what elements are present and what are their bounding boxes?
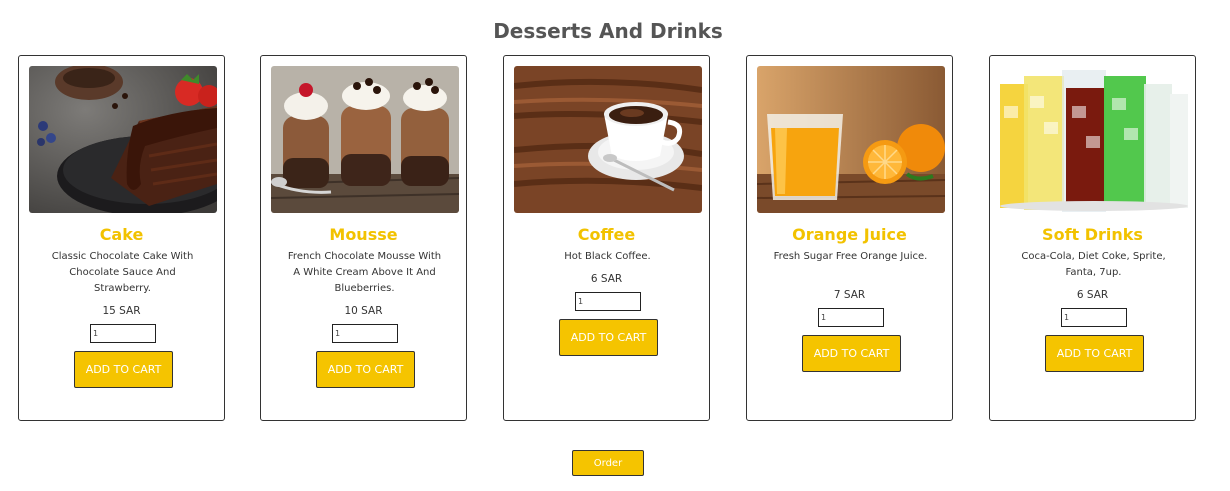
coffee-cup-image	[514, 66, 702, 213]
product-description: Classic Chocolate Cake With Chocolate Sa…	[51, 251, 194, 294]
product-price: 7 SAR	[833, 289, 866, 301]
soft-drinks-image	[1000, 66, 1188, 213]
add-to-cart-button[interactable]: ADD TO CART	[74, 351, 173, 388]
product-description: Hot Black Coffee.	[564, 251, 651, 262]
add-to-cart-button[interactable]: ADD TO CART	[802, 335, 901, 372]
menu-page: Desserts And Drinks Cake Classic Chocola…	[0, 0, 1230, 491]
product-description: Coca-Cola, Diet Coke, Sprite, Fanta, 7up…	[1021, 251, 1166, 278]
quantity-input[interactable]	[1061, 308, 1127, 327]
product-price: 15 SAR	[102, 305, 141, 317]
product-card-orange-juice: Orange Juice Fresh Sugar Free Orange Jui…	[746, 55, 953, 421]
quantity-input[interactable]	[818, 308, 884, 327]
product-name: Orange Juice	[792, 225, 907, 244]
product-card-mousse: Mousse French Chocolate Mousse With A Wh…	[260, 55, 467, 421]
orange-juice-image	[757, 66, 945, 213]
product-price: 10 SAR	[344, 305, 383, 317]
quantity-input[interactable]	[332, 324, 398, 343]
product-card-cake: Cake Classic Chocolate Cake With Chocola…	[18, 55, 225, 421]
quantity-input[interactable]	[575, 292, 641, 311]
product-name: Coffee	[577, 225, 636, 244]
section-title: Desserts And Drinks	[493, 19, 723, 43]
product-price: 6 SAR	[1076, 289, 1109, 301]
product-name: Cake	[99, 225, 144, 244]
product-price: 6 SAR	[590, 273, 623, 285]
add-to-cart-button[interactable]: ADD TO CART	[1045, 335, 1144, 372]
chocolate-cake-image	[29, 66, 217, 213]
add-to-cart-button[interactable]: ADD TO CART	[316, 351, 415, 388]
product-card-soft-drinks: Soft Drinks Coca-Cola, Diet Coke, Sprite…	[989, 55, 1196, 421]
quantity-input[interactable]	[90, 324, 156, 343]
product-name: Soft Drinks	[1042, 225, 1143, 244]
order-button[interactable]: Order	[572, 450, 644, 476]
add-to-cart-button[interactable]: ADD TO CART	[559, 319, 658, 356]
product-card-coffee: Coffee Hot Black Coffee. 6 SAR ADD TO CA…	[503, 55, 710, 421]
product-description: French Chocolate Mousse With A White Cre…	[287, 251, 442, 294]
product-description: Fresh Sugar Free Orange Juice.	[773, 251, 928, 262]
product-name: Mousse	[329, 225, 398, 244]
chocolate-mousse-image	[271, 66, 459, 213]
